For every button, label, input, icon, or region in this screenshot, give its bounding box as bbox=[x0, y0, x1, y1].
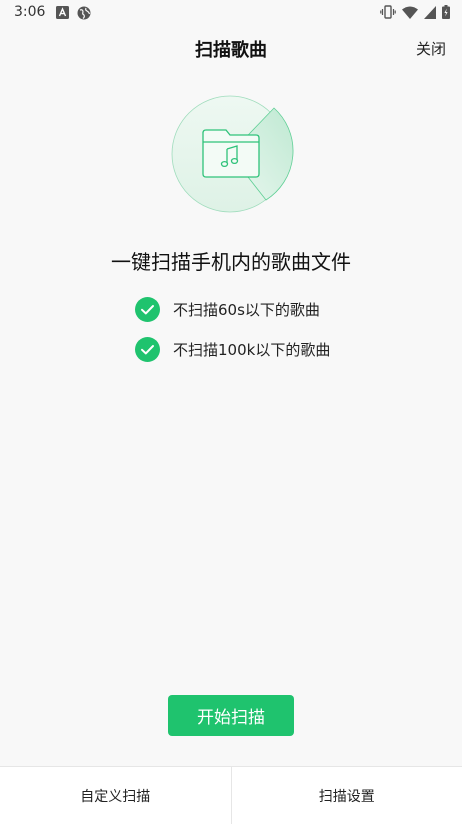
status-left-icons bbox=[56, 6, 91, 20]
check-circle-icon bbox=[135, 337, 160, 362]
bottom-action-bar: 自定义扫描 扫描设置 bbox=[0, 766, 462, 824]
music-folder-illustration bbox=[170, 92, 294, 216]
status-right-icons bbox=[380, 5, 450, 19]
criteria-text: 不扫描100k以下的歌曲 bbox=[173, 339, 330, 360]
custom-scan-button[interactable]: 自定义扫描 bbox=[0, 767, 231, 824]
start-scan-button[interactable]: 开始扫描 bbox=[168, 695, 294, 736]
criteria-text: 不扫描60s以下的歌曲 bbox=[173, 299, 320, 320]
page-title: 扫描歌曲 bbox=[0, 36, 462, 62]
keyboard-a-icon bbox=[56, 6, 69, 19]
criteria-item: 不扫描100k以下的歌曲 bbox=[135, 336, 330, 362]
vibrate-icon bbox=[380, 5, 396, 19]
signal-icon bbox=[424, 6, 436, 19]
app-bar: 扫描歌曲 关闭 bbox=[0, 26, 462, 70]
wifi-icon bbox=[402, 6, 418, 19]
scan-headline: 一键扫描手机内的歌曲文件 bbox=[0, 246, 462, 275]
status-bar: 3:06 bbox=[0, 0, 462, 26]
scan-settings-button[interactable]: 扫描设置 bbox=[232, 767, 462, 824]
status-time: 3:06 bbox=[14, 4, 45, 20]
close-button[interactable]: 关闭 bbox=[416, 38, 446, 59]
scan-criteria-list: 不扫描60s以下的歌曲 不扫描100k以下的歌曲 bbox=[135, 296, 330, 376]
battery-icon bbox=[442, 5, 450, 19]
globe-icon bbox=[77, 6, 91, 20]
check-circle-icon bbox=[135, 297, 160, 322]
criteria-item: 不扫描60s以下的歌曲 bbox=[135, 296, 330, 322]
